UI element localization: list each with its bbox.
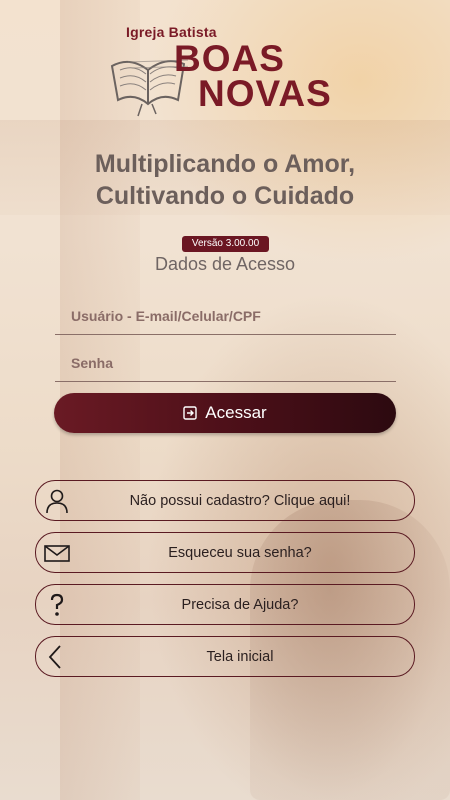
church-logo: Igreja Batista BOAS NOVAS xyxy=(108,20,348,117)
password-input[interactable] xyxy=(55,344,396,381)
version-badge: Versão 3.00.00 xyxy=(182,236,269,252)
register-button-label: Não possui cadastro? Clique aqui! xyxy=(129,492,351,509)
help-icon xyxy=(50,593,64,616)
username-field xyxy=(55,297,396,335)
register-button[interactable]: Não possui cadastro? Clique aqui! xyxy=(35,480,415,521)
home-screen-button[interactable]: Tela inicial xyxy=(35,636,415,677)
section-title: Dados de Acesso xyxy=(154,254,296,274)
login-icon xyxy=(183,406,197,420)
help-button[interactable]: Precisa de Ajuda? xyxy=(35,584,415,625)
logo-name-line1: BOAS xyxy=(174,38,285,79)
headline-line1: Multiplicando o Amor, xyxy=(94,150,356,178)
chevron-left-icon xyxy=(48,645,61,669)
forgot-password-button[interactable]: Esqueceu sua senha? xyxy=(35,532,415,573)
login-button-label: Acessar xyxy=(205,403,267,422)
user-icon xyxy=(46,489,68,514)
username-input[interactable] xyxy=(55,297,396,334)
mail-icon xyxy=(44,545,70,562)
help-label: Precisa de Ajuda? xyxy=(181,596,299,613)
page-headline: Multiplicando o Amor, Cultivando o Cuida… xyxy=(0,148,450,212)
login-button[interactable]: Acessar xyxy=(54,393,396,433)
password-field xyxy=(55,344,396,382)
home-screen-label: Tela inicial xyxy=(206,648,274,665)
forgot-password-label: Esqueceu sua senha? xyxy=(168,544,312,561)
headline-line2: Cultivando o Cuidado xyxy=(95,182,355,210)
logo-name-line2: NOVAS xyxy=(198,73,332,114)
